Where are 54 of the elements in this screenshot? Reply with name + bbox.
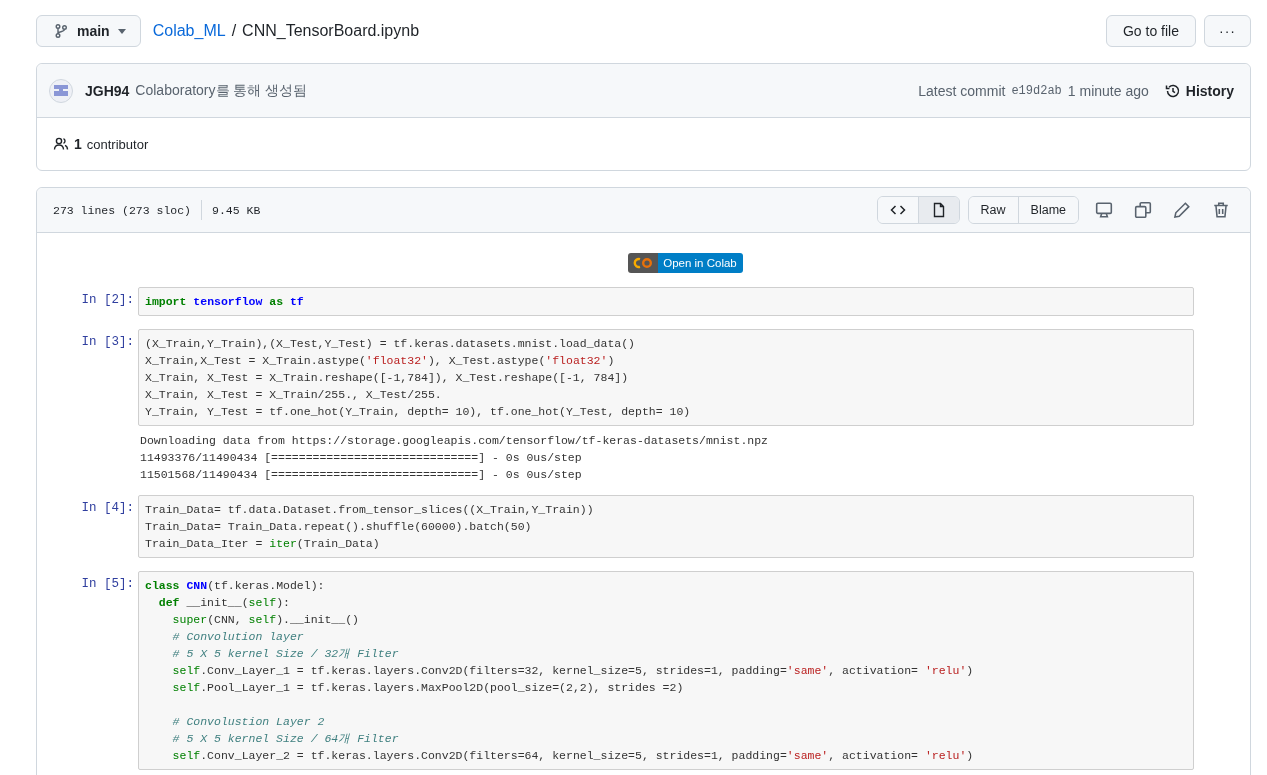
branch-icon: [53, 23, 69, 39]
go-to-file-button[interactable]: Go to file: [1105, 15, 1196, 47]
avatar-icon: [49, 78, 73, 103]
file-name: CNN_TensorBoard.ipynb: [242, 22, 420, 40]
file-size: 9.45 KB: [212, 203, 261, 217]
commit-sha[interactable]: e19d2ab: [1011, 83, 1062, 98]
commit-author[interactable]: JGH94: [85, 82, 130, 99]
output-line: 11493376/11490434 [==============================] - 0s 0us/step: [140, 450, 583, 466]
code-line: Y_Train, Y_Test = tf.one_hot(Y_Train, depth= 10), tf.one_hot(Y_Test, depth= 10): [145, 404, 692, 420]
code-line: Train_Data_Iter = iter(Train_Data): [145, 536, 381, 552]
path-separator: /: [231, 22, 237, 40]
latest-commit-label: Latest commit: [918, 82, 1006, 99]
history-icon: [1164, 82, 1181, 99]
code-line: # Convolution layer: [171, 629, 305, 645]
cell-prompt: In [4]:: [80, 500, 135, 515]
code-line: def __init__(self):: [157, 595, 291, 611]
code-line: (X_Train,Y_Train),(X_Test,Y_Test) = tf.keras.datasets.mnist.load_data(): [145, 336, 636, 352]
output-line: Downloading data from https://storage.googleapis.com/tensorflow/tf-keras-datasets/mnist.npz: [140, 433, 769, 449]
code-line: X_Train, X_Test = X_Train.reshape([-1,784]), X_Test.reshape([-1, 784]): [145, 370, 630, 386]
branch-selector[interactable]: main: [36, 15, 141, 47]
code-line: super(CNN, self).__init__(): [171, 612, 360, 628]
trash-icon[interactable]: [1212, 201, 1230, 219]
code-line: X_Train, X_Test = X_Train/255., X_Test/255.: [145, 387, 443, 403]
contributor-label[interactable]: contributor: [86, 136, 149, 152]
more-options-button[interactable]: ···: [1204, 15, 1251, 47]
code-line: # 5 X 5 kernel Size / 64개 Filter: [171, 731, 400, 747]
code-line: # 5 X 5 kernel Size / 32개 Filter: [171, 646, 400, 662]
copy-icon[interactable]: [1134, 201, 1152, 219]
repo-link[interactable]: Colab_ML: [152, 22, 226, 40]
cell-prompt: In [3]:: [80, 334, 135, 349]
line-count: 273 lines (273 sloc): [53, 203, 192, 217]
code-line: X_Train,X_Test = X_Train.astype('float32'), X_Test.astype('float32'): [145, 353, 616, 369]
history-link[interactable]: History: [1164, 82, 1234, 99]
code-line: import tensorflow as tf: [145, 294, 305, 310]
cell-prompt: In [2]:: [80, 292, 135, 307]
output-line: 11501568/11490434 [==============================] - 0s 0us/step: [140, 467, 583, 483]
colab-logo-icon: [632, 257, 655, 269]
cell-prompt: In [5]:: [80, 576, 135, 591]
blame-button[interactable]: Blame: [1017, 197, 1078, 223]
pencil-icon[interactable]: [1173, 201, 1191, 219]
desktop-icon[interactable]: [1095, 201, 1113, 219]
code-line: self.Conv_Layer_2 = tf.keras.layers.Conv2D(filters=64, kernel_size=5, strides=1, padding='same', activation= 'relu'): [171, 748, 975, 764]
preview-button[interactable]: [917, 197, 959, 223]
caret-icon: [117, 28, 126, 34]
commit-message[interactable]: Colaboratory를 통해 생성됨: [135, 81, 308, 100]
code-line: self.Conv_Layer_1 = tf.keras.layers.Conv2D(filters=32, kernel_size=5, strides=1, padding='same', activation= 'relu'): [171, 663, 975, 679]
code-line: # Convolustion Layer 2: [171, 714, 326, 730]
code-line: class CNN(tf.keras.Model):: [145, 578, 326, 594]
contributor-count[interactable]: 1: [74, 136, 82, 152]
code-line: Train_Data= tf.data.Dataset.from_tensor_slices((X_Train,Y_Train)): [145, 502, 595, 518]
commit-time: 1 minute ago: [1067, 82, 1149, 99]
code-line: self.Pool_Layer_1 = tf.keras.layers.MaxPool2D(pool_size=(2,2), strides =2): [171, 680, 685, 696]
people-icon: [53, 136, 69, 152]
code-line: Train_Data= Train_Data.repeat().shuffle(60000).batch(50): [145, 519, 533, 535]
